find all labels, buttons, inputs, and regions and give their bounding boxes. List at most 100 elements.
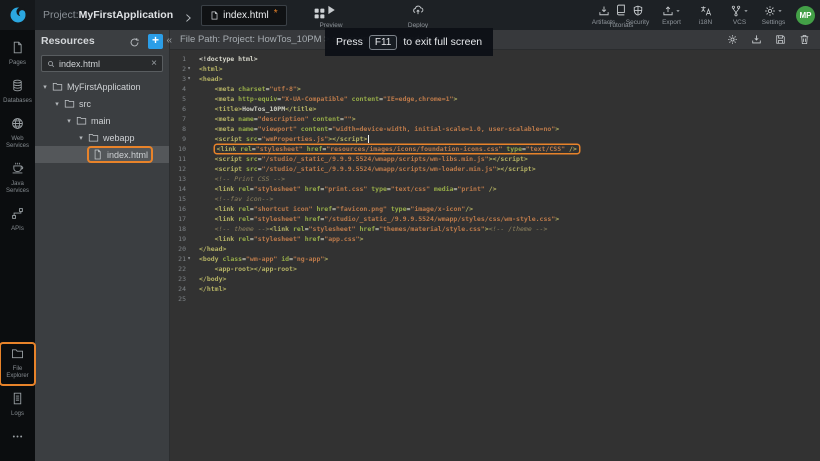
settings-button[interactable]: Settings bbox=[758, 5, 789, 26]
line-number: 11 bbox=[170, 154, 194, 164]
code-line-14[interactable]: 14 <link rel="stylesheet" href="print.cs… bbox=[170, 184, 820, 194]
sidebar-item-label: File Explorer bbox=[1, 366, 34, 380]
left-rail: Pages Databases Web Services Java Services A… bbox=[0, 30, 35, 461]
folder-icon bbox=[64, 98, 75, 109]
code-text: <!--fav icon--> bbox=[194, 194, 273, 204]
rail-top-group: Pages Databases Web Services Java Services A… bbox=[1, 38, 34, 242]
line-number: 3▾ bbox=[170, 74, 194, 84]
globe-icon bbox=[11, 117, 24, 134]
tree-item-index.html[interactable]: index.html bbox=[35, 146, 169, 163]
code-line-20[interactable]: 20</head> bbox=[170, 244, 820, 254]
code-text: <!-- Print CSS --> bbox=[194, 174, 285, 184]
line-number: 23 bbox=[170, 274, 194, 284]
tree-item-inner: webapp bbox=[85, 131, 138, 144]
code-line-5[interactable]: 5 <meta http-equiv="X-UA-Compatible" con… bbox=[170, 94, 820, 104]
tree-item-inner: src bbox=[61, 97, 94, 110]
code-line-8[interactable]: 8 <meta name="viewport" content="width=d… bbox=[170, 124, 820, 134]
line-number: 25 bbox=[170, 294, 194, 304]
sidebar-item-apis[interactable]: APIs bbox=[1, 204, 34, 237]
code-line-9[interactable]: 9 <script src="wmProperties.js"></script… bbox=[170, 134, 820, 144]
artifacts-button[interactable]: Artifacts bbox=[588, 5, 619, 26]
sidebar-item-label: Databases bbox=[1, 98, 34, 105]
resources-panel: Resources + « × ▾MyFirstApplication▾src▾… bbox=[35, 30, 170, 461]
tree-item-myfirstapplication[interactable]: ▾ MyFirstApplication bbox=[35, 78, 169, 95]
expand-caret-icon[interactable]: ▾ bbox=[77, 134, 85, 142]
sidebar-item-logs[interactable]: Logs bbox=[1, 389, 34, 422]
code-line-13[interactable]: 13 <!-- Print CSS --> bbox=[170, 174, 820, 184]
sidebar-item-pages[interactable]: Pages bbox=[1, 38, 34, 71]
code-text: </body> bbox=[194, 274, 226, 284]
sidebar-item-more[interactable] bbox=[1, 427, 34, 452]
code-text: <meta name="viewport" content="width=dev… bbox=[194, 124, 559, 134]
code-line-1[interactable]: 1<!doctype html> bbox=[170, 54, 820, 64]
code-line-23[interactable]: 23</body> bbox=[170, 274, 820, 284]
code-line-2[interactable]: 2▾<html> bbox=[170, 64, 820, 74]
code-line-12[interactable]: 12 <script src="/studio/_static_/9.9.9.5… bbox=[170, 164, 820, 174]
code-line-16[interactable]: 16 <link rel="shortcut icon" href="favic… bbox=[170, 204, 820, 214]
i18n-button[interactable]: i18N bbox=[690, 5, 721, 26]
refresh-icon[interactable] bbox=[129, 35, 141, 47]
resource-search-box: × bbox=[41, 55, 163, 72]
expand-caret-icon[interactable]: ▾ bbox=[53, 100, 61, 108]
clear-search-icon[interactable]: × bbox=[151, 59, 157, 69]
code-line-10[interactable]: 10 <link rel="stylesheet" href="resource… bbox=[170, 144, 820, 154]
user-avatar[interactable]: MP bbox=[796, 6, 815, 25]
preview-button[interactable]: Preview bbox=[308, 3, 354, 29]
logs-icon bbox=[11, 392, 24, 409]
wavemaker-logo[interactable] bbox=[0, 0, 35, 30]
line-number: 12 bbox=[170, 164, 194, 174]
branch-icon bbox=[730, 5, 742, 17]
code-line-22[interactable]: 22 <app-root></app-root> bbox=[170, 264, 820, 274]
trash-icon[interactable] bbox=[799, 34, 810, 45]
code-line-24[interactable]: 24</html> bbox=[170, 284, 820, 294]
tree-item-webapp[interactable]: ▾webapp bbox=[35, 129, 169, 146]
export-button[interactable]: Export bbox=[656, 5, 687, 26]
code-text: <link rel="stylesheet" href="/studio/_st… bbox=[194, 214, 559, 224]
code-area[interactable]: 1<!doctype html>2▾<html>3▾<head>4 <meta … bbox=[170, 50, 820, 304]
tree-item-label: MyFirstApplication bbox=[67, 82, 141, 92]
action-label: i18N bbox=[690, 19, 721, 26]
tab-file-name: index.html bbox=[223, 10, 269, 21]
caret-down-icon bbox=[743, 8, 749, 14]
add-resource-button[interactable]: + bbox=[148, 34, 163, 49]
code-text: <meta charset="utf-8"> bbox=[194, 84, 301, 94]
code-line-25[interactable]: 25 bbox=[170, 294, 820, 304]
top-header: Project:MyFirstApplication index.html * … bbox=[0, 0, 820, 30]
code-line-7[interactable]: 7 <meta name="description" content=""> bbox=[170, 114, 820, 124]
tree-item-main[interactable]: ▾main bbox=[35, 112, 169, 129]
tree-item-src[interactable]: ▾src bbox=[35, 95, 169, 112]
vcs-button[interactable]: VCS bbox=[724, 5, 755, 26]
code-line-3[interactable]: 3▾<head> bbox=[170, 74, 820, 84]
save-icon[interactable] bbox=[775, 34, 786, 45]
sidebar-item-databases[interactable]: Databases bbox=[1, 76, 34, 109]
code-line-4[interactable]: 4 <meta charset="utf-8"> bbox=[170, 84, 820, 94]
action-label: Artifacts bbox=[588, 19, 619, 26]
code-line-18[interactable]: 18 <!-- theme --><link rel="stylesheet" … bbox=[170, 224, 820, 234]
text-cursor bbox=[368, 135, 369, 143]
sidebar-item-web-services[interactable]: Web Services bbox=[1, 114, 34, 154]
search-input[interactable] bbox=[59, 59, 147, 69]
sidebar-item-label: APIs bbox=[1, 226, 34, 233]
code-line-21[interactable]: 21▾<body class="wm-app" id="ng-app"> bbox=[170, 254, 820, 264]
code-line-11[interactable]: 11 <script src="/studio/_static_/9.9.9.5… bbox=[170, 154, 820, 164]
sidebar-item-file-explorer[interactable]: File Explorer bbox=[1, 344, 34, 384]
expand-caret-icon[interactable]: ▾ bbox=[65, 117, 73, 125]
collapse-panel-icon[interactable]: « bbox=[166, 35, 172, 46]
download-icon[interactable] bbox=[751, 34, 762, 45]
sidebar-item-java-services[interactable]: Java Services bbox=[1, 159, 34, 199]
open-file-tab[interactable]: index.html * bbox=[201, 5, 286, 26]
export-icon bbox=[662, 5, 674, 17]
download-icon bbox=[598, 5, 610, 17]
code-line-17[interactable]: 17 <link rel="stylesheet" href="/studio/… bbox=[170, 214, 820, 224]
code-text: <title>HowTos_10PM</title> bbox=[194, 104, 316, 114]
deploy-button[interactable]: Deploy bbox=[395, 3, 441, 29]
gear-icon[interactable] bbox=[727, 34, 738, 45]
security-button[interactable]: Security bbox=[622, 5, 653, 26]
code-line-15[interactable]: 15 <!--fav icon--> bbox=[170, 194, 820, 204]
code-line-19[interactable]: 19 <link rel="stylesheet" href="app.css"… bbox=[170, 234, 820, 244]
code-line-6[interactable]: 6 <title>HowTos_10PM</title> bbox=[170, 104, 820, 114]
icon-row bbox=[690, 5, 721, 18]
chevron-right-icon[interactable] bbox=[183, 10, 193, 20]
expand-caret-icon[interactable]: ▾ bbox=[41, 83, 49, 91]
sidebar-item-label: Java Services bbox=[1, 181, 34, 195]
